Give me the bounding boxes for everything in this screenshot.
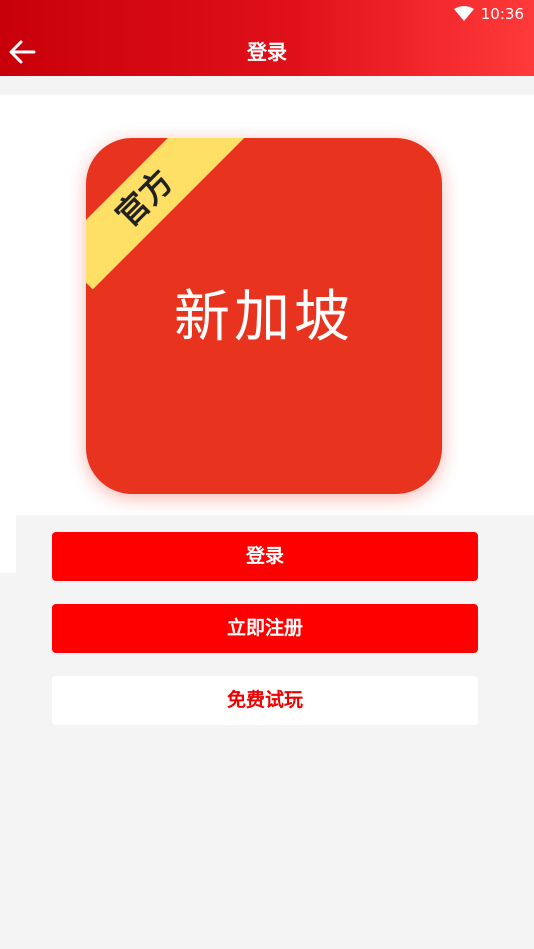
app-bar: 登录 xyxy=(0,28,534,76)
status-bar: 10:36 xyxy=(0,0,534,28)
register-button[interactable]: 立即注册 xyxy=(52,604,478,653)
page-title: 登录 xyxy=(247,40,287,64)
app-logo-name: 新加坡 xyxy=(174,285,354,350)
wifi-icon xyxy=(454,6,474,21)
logo-panel-edge xyxy=(0,515,16,573)
app-logo: 官方 新加坡 xyxy=(86,138,442,494)
login-button[interactable]: 登录 xyxy=(52,532,478,581)
status-time: 10:36 xyxy=(480,5,524,23)
free-trial-button[interactable]: 免费试玩 xyxy=(52,676,478,725)
